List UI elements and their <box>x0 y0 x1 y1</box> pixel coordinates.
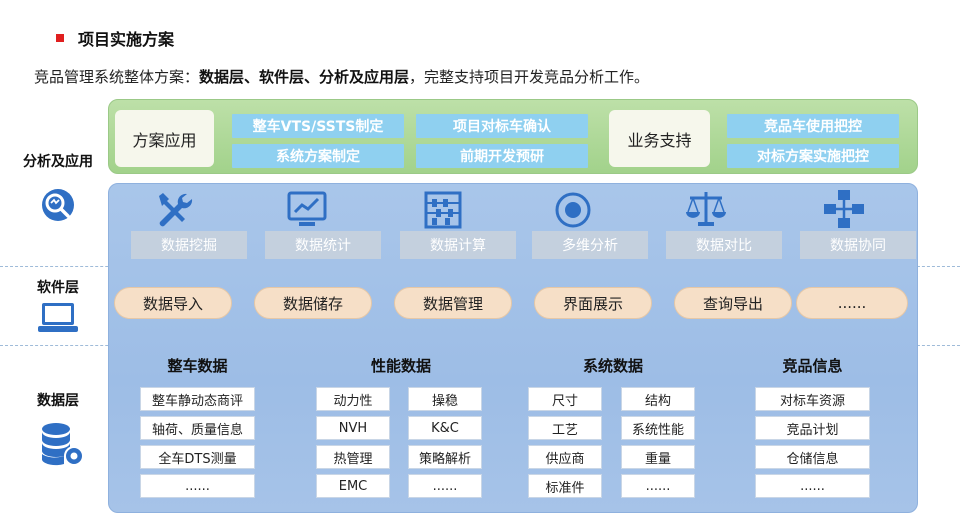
abacus-icon <box>421 190 465 230</box>
software-item-storage: 数据储存 <box>254 287 372 319</box>
wrench-screwdriver-icon <box>151 190 195 230</box>
software-item-query-export: 查询导出 <box>674 287 792 319</box>
performance-data-item: ...... <box>408 474 482 498</box>
software-item-management: 数据管理 <box>394 287 512 319</box>
system-data-item: 标准件 <box>528 474 602 498</box>
system-data-title: 系统数据 <box>582 357 643 375</box>
layer-label-software: 软件层 <box>37 280 79 296</box>
tool-label-data-comparison: 数据对比 <box>666 231 782 259</box>
software-item-import: 数据导入 <box>114 287 232 319</box>
vehicle-data-item: 全车DTS测量 <box>140 445 255 469</box>
vehicle-data-title: 整车数据 <box>167 357 228 375</box>
performance-data-item: NVH <box>316 416 390 440</box>
competitor-info-item: 仓储信息 <box>755 445 870 469</box>
tool-label-multidim-analysis: 多维分析 <box>532 231 648 259</box>
competitor-info-item: ...... <box>755 474 870 498</box>
software-item-display: 界面展示 <box>534 287 652 319</box>
laptop-icon <box>36 300 80 340</box>
performance-data-item: 热管理 <box>316 445 390 469</box>
tool-label-data-statistics: 数据统计 <box>265 231 381 259</box>
balance-scale-icon <box>684 188 728 228</box>
plan-item-vts-ssts: 整车VTS/SSTS制定 <box>232 114 404 138</box>
vehicle-data-item: ...... <box>140 474 255 498</box>
performance-data-item: EMC <box>316 474 390 498</box>
target-icon <box>551 190 595 230</box>
competitor-info-item: 对标车资源 <box>755 387 870 411</box>
tool-label-data-collaboration: 数据协同 <box>800 231 916 259</box>
intro-suffix: ，完整支持项目开发竞品分析工作。 <box>409 68 650 86</box>
heading-text: 项目实施方案 <box>78 30 175 49</box>
database-gear-icon <box>38 420 86 472</box>
business-support-box: 业务支持 <box>609 110 710 167</box>
red-square-bullet-icon <box>56 34 64 42</box>
competitor-info-title: 竞品信息 <box>782 357 843 375</box>
performance-data-item: 策略解析 <box>408 445 482 469</box>
tool-label-data-mining: 数据挖掘 <box>131 231 247 259</box>
network-icon <box>822 188 866 228</box>
software-item-more: ...... <box>796 287 908 319</box>
system-data-item: 结构 <box>621 387 695 411</box>
monitor-chart-icon <box>285 190 329 230</box>
plan-item-system-plan: 系统方案制定 <box>232 144 404 168</box>
plan-item-pre-research: 前期开发预研 <box>416 144 588 168</box>
support-item-implementation-control: 对标方案实施把控 <box>727 144 899 168</box>
system-data-item: 工艺 <box>528 416 602 440</box>
system-data-item: 重量 <box>621 445 695 469</box>
intro-bold: 数据层、软件层、分析及应用层 <box>199 68 410 86</box>
vehicle-data-item: 整车静动态商评 <box>140 387 255 411</box>
plan-item-benchmark-confirm: 项目对标车确认 <box>416 114 588 138</box>
competitor-info-item: 竞品计划 <box>755 416 870 440</box>
analysis-search-icon <box>38 186 78 230</box>
intro-prefix: 竞品管理系统整体方案： <box>34 68 200 86</box>
system-data-item: ...... <box>621 474 695 498</box>
layer-label-data: 数据层 <box>37 393 79 409</box>
plan-application-box: 方案应用 <box>115 110 214 167</box>
support-item-usage-control: 竞品车使用把控 <box>727 114 899 138</box>
system-data-item: 供应商 <box>528 445 602 469</box>
vehicle-data-item: 轴荷、质量信息 <box>140 416 255 440</box>
performance-data-item: 操稳 <box>408 387 482 411</box>
tool-label-data-calculation: 数据计算 <box>400 231 516 259</box>
system-data-item: 系统性能 <box>621 416 695 440</box>
layer-label-analysis: 分析及应用 <box>23 154 93 170</box>
performance-data-title: 性能数据 <box>370 357 431 375</box>
intro-sentence: 竞品管理系统整体方案：数据层、软件层、分析及应用层，完整支持项目开发竞品分析工作… <box>34 66 649 87</box>
section-heading: 项目实施方案 <box>56 26 174 50</box>
performance-data-item: 动力性 <box>316 387 390 411</box>
system-data-item: 尺寸 <box>528 387 602 411</box>
performance-data-item: K&C <box>408 416 482 440</box>
